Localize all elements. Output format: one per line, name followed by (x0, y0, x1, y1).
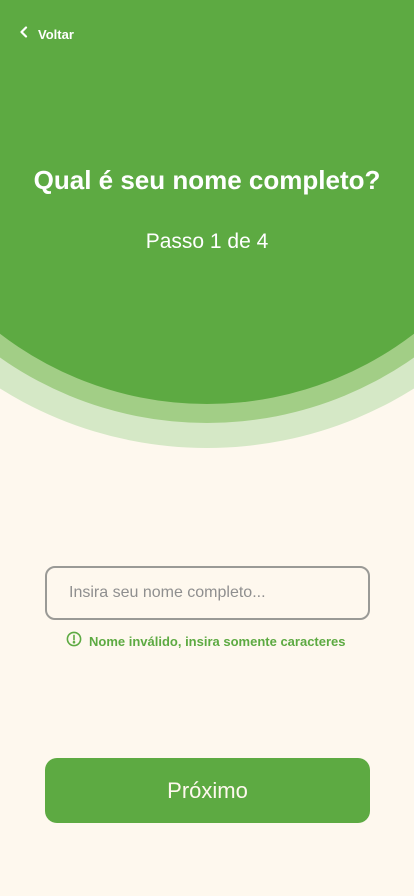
page-title: Qual é seu nome completo? (33, 165, 381, 195)
alert-circle-icon (66, 631, 82, 652)
next-button[interactable]: Próximo (45, 758, 370, 823)
back-label: Voltar (38, 26, 74, 42)
error-text: Nome inválido, insira somente caracteres (89, 634, 346, 649)
name-input[interactable] (45, 566, 370, 620)
error-message: Nome inválido, insira somente caracteres (66, 631, 346, 652)
back-button[interactable]: Voltar (18, 24, 74, 44)
chevron-left-icon (18, 25, 30, 43)
step-indicator: Passo 1 de 4 (145, 230, 269, 253)
